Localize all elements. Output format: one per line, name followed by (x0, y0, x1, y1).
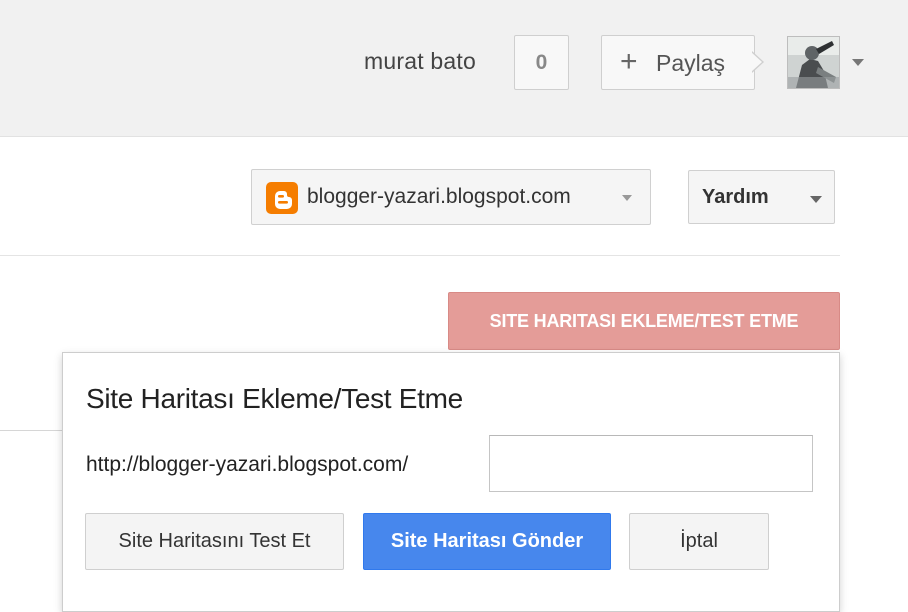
divider (0, 430, 62, 431)
avatar-image (788, 37, 839, 88)
blog-selector[interactable]: blogger-yazari.blogspot.com (251, 169, 651, 225)
avatar[interactable] (787, 36, 840, 89)
blog-selector-label: blogger-yazari.blogspot.com (307, 185, 571, 208)
help-button[interactable]: Yardım (688, 170, 835, 224)
dialog-title: Site Haritası Ekleme/Test Etme (86, 383, 463, 414)
url-prefix: http://blogger-yazari.blogspot.com/ (86, 453, 409, 476)
share-label: Paylaş (656, 50, 726, 76)
test-sitemap-button[interactable]: Site Haritasını Test Et (85, 513, 344, 570)
share-callout-arrow (751, 51, 764, 73)
add-test-sitemap-button[interactable]: SITE HARITASI EKLEME/TEST ETME (448, 292, 840, 350)
chevron-down-icon (810, 196, 822, 203)
chevron-down-icon (622, 195, 632, 201)
help-label: Yardım (702, 186, 769, 208)
notification-count[interactable]: 0 (514, 35, 569, 90)
share-button[interactable]: + Paylaş (601, 35, 755, 90)
sitemap-dialog: Site Haritası Ekleme/Test Etme http://bl… (62, 352, 840, 612)
sitemap-path-input[interactable] (489, 435, 813, 492)
divider (0, 255, 840, 256)
blogger-icon (266, 182, 298, 214)
top-bar: murat bato 0 + Paylaş (0, 0, 908, 137)
user-name[interactable]: murat bato (364, 48, 476, 75)
submit-sitemap-button[interactable]: Site Haritası Gönder (363, 513, 611, 570)
chevron-down-icon[interactable] (852, 59, 864, 66)
cancel-button[interactable]: İptal (629, 513, 769, 570)
plus-icon: + (620, 45, 638, 78)
